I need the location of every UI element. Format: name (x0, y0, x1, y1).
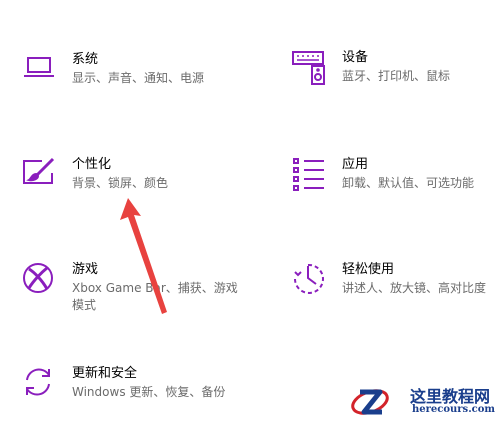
tile-title: 游戏 (72, 262, 99, 277)
tile-description: Windows 更新、恢复、备份 (72, 385, 226, 399)
watermark-logo-icon (351, 389, 389, 415)
tile-title: 个性化 (72, 157, 112, 172)
sync-icon (22, 366, 58, 402)
tile-title: 更新和安全 (72, 366, 138, 381)
xbox-icon (22, 262, 58, 298)
tile-title: 系统 (72, 52, 99, 67)
tile-description: 显示、声音、通知、电源 (72, 71, 205, 85)
app-list-icon (292, 157, 328, 193)
tile-description: 卸载、默认值、可选功能 (342, 176, 475, 190)
tile-title: 应用 (342, 157, 369, 172)
ease-of-access-icon (292, 262, 328, 298)
laptop-icon (22, 52, 58, 88)
paint-brush-icon (22, 157, 58, 193)
watermark: 这里教程网 herecours.com (344, 380, 501, 424)
tile-description: 讲述人、放大镜、高对比度 (342, 281, 487, 295)
tile-description: 蓝牙、打印机、鼠标 (342, 69, 451, 83)
watermark-url: herecours.com (412, 404, 496, 415)
tile-title: 轻松使用 (342, 262, 395, 277)
annotation-arrow (120, 198, 167, 314)
tile-title: 设备 (342, 50, 369, 65)
keyboard-speaker-icon (292, 50, 328, 86)
